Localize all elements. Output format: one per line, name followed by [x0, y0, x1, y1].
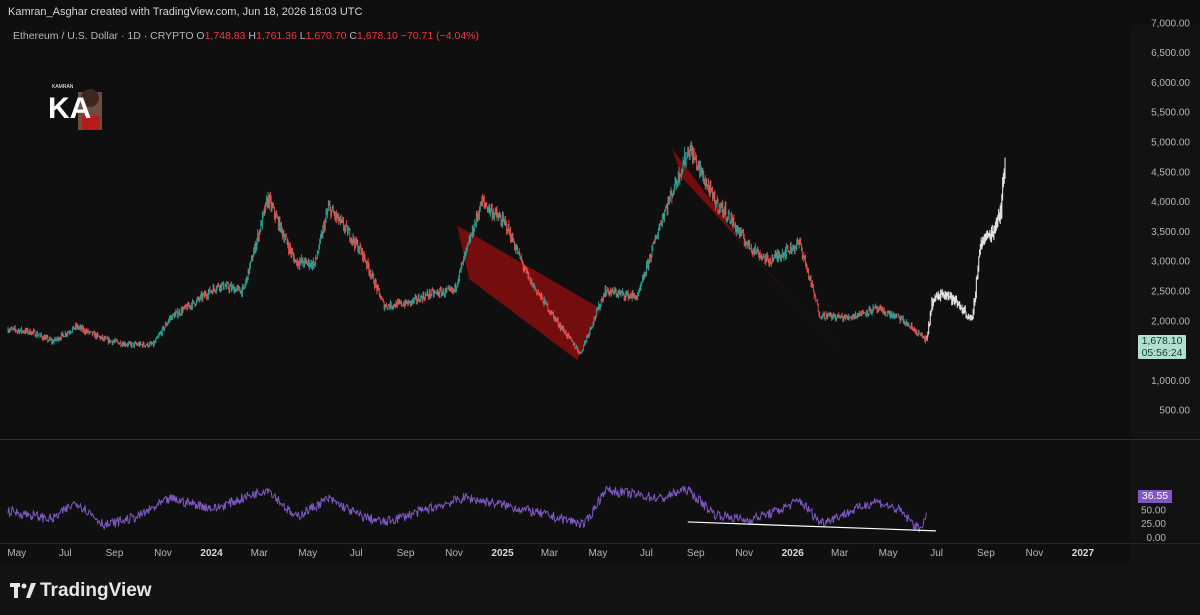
- time-tick-label: May: [588, 548, 607, 559]
- low-value: 1,670.70: [305, 30, 347, 42]
- time-tick-label: Sep: [397, 548, 415, 559]
- price-tick-label: 2,000.00: [1151, 316, 1190, 327]
- price-tick-label: 6,500.00: [1151, 48, 1190, 59]
- time-tick-label: Nov: [154, 548, 172, 559]
- high-value: 1,761.36: [255, 30, 297, 42]
- price-tick-label: 3,000.00: [1151, 257, 1190, 268]
- bar-countdown: 05:56:24: [1141, 347, 1183, 359]
- price-tick-label: 6,000.00: [1151, 78, 1190, 89]
- tradingview-brand: TradingView: [40, 580, 152, 601]
- time-tick-label: Mar: [831, 548, 849, 559]
- rsi-value-label: 36.55: [1138, 490, 1172, 503]
- symbol-title: Ethereum / U.S. Dollar · 1D · CRYPTO: [13, 30, 194, 42]
- price-tick-label: 500.00: [1159, 406, 1190, 417]
- time-tick-label: 2025: [491, 548, 514, 559]
- time-tick-label: 2024: [200, 548, 223, 559]
- price-tick-label: 5,000.00: [1151, 138, 1190, 149]
- time-tick-label: Jul: [350, 548, 363, 559]
- close-label: C: [349, 30, 358, 42]
- time-tick-label: Jul: [59, 548, 72, 559]
- price-tick-label: 1,000.00: [1151, 376, 1190, 387]
- price-tick-label: 4,000.00: [1151, 197, 1190, 208]
- open-label: O: [196, 30, 205, 42]
- time-tick-label: May: [298, 548, 317, 559]
- time-tick-label: 2026: [782, 548, 805, 559]
- svg-text:KAMRAN: KAMRAN: [52, 84, 74, 90]
- time-tick-label: Nov: [735, 548, 753, 559]
- open-value: 1,748.83: [204, 30, 246, 42]
- rsi-tick-label: 25.00: [1141, 519, 1166, 530]
- close-value: 1,678.10: [357, 30, 398, 42]
- price-tick-label: 7,000.00: [1151, 18, 1190, 29]
- rsi-tick-label: 0.00: [1147, 533, 1167, 544]
- time-tick-label: Sep: [687, 548, 705, 559]
- price-tick-label: 2,500.00: [1151, 287, 1190, 298]
- time-tick-label: Jul: [640, 548, 653, 559]
- author-logo: KA KAMRAN: [46, 82, 104, 134]
- time-tick-label: 2027: [1072, 548, 1095, 559]
- last-price-label: 1,678.10 05:56:24: [1138, 335, 1186, 359]
- time-tick-label: Sep: [977, 548, 995, 559]
- price-tick-label: 4,500.00: [1151, 167, 1190, 178]
- time-tick-label: May: [7, 548, 26, 559]
- symbol-legend: Ethereum / U.S. Dollar · 1D · CRYPTO O1,…: [13, 30, 479, 42]
- time-tick-label: May: [879, 548, 898, 559]
- footer: [0, 565, 1200, 615]
- time-tick-label: Nov: [445, 548, 463, 559]
- rsi-tick-label: 50.00: [1141, 505, 1166, 516]
- time-tick-label: Sep: [106, 548, 124, 559]
- tradingview-icon: [10, 583, 36, 598]
- time-tick-label: Mar: [251, 548, 269, 559]
- time-tick-label: Mar: [541, 548, 559, 559]
- last-price-value: 1,678.10: [1141, 335, 1183, 347]
- price-chart[interactable]: 7,000.00 6,500.00 6,000.00 5,500.00 5,000.00…: [0, 0, 1200, 615]
- high-label: H: [248, 30, 256, 42]
- price-tick-label: 3,500.00: [1151, 227, 1190, 238]
- tradingview-logo[interactable]: TradingView: [10, 580, 152, 602]
- change-value: −70.71 (−4.04%): [400, 30, 480, 42]
- svg-text:KA: KA: [48, 92, 91, 125]
- time-tick-label: Jul: [930, 548, 943, 559]
- time-tick-label: Nov: [1026, 548, 1044, 559]
- price-tick-label: 5,500.00: [1151, 108, 1190, 119]
